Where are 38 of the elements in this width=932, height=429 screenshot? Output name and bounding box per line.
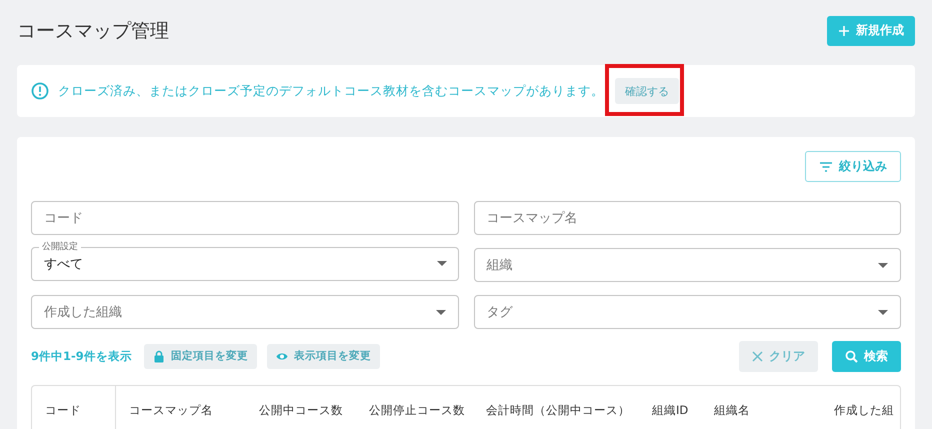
toolbar-button[interactable]: 表示項目を変更 xyxy=(266,344,380,368)
dropdown-icon xyxy=(436,261,446,266)
info-icon xyxy=(31,82,49,100)
dropdown-icon xyxy=(878,263,888,268)
plus-icon xyxy=(838,24,850,36)
select-placeholder: タグ xyxy=(486,304,512,321)
dropdown-icon xyxy=(878,310,888,315)
input-field[interactable]: コースマップ名 xyxy=(474,201,901,235)
column-header: コード xyxy=(32,386,116,429)
field-label: 公開設定 xyxy=(39,241,81,253)
column-header: 公開停止コース数 xyxy=(368,402,466,419)
close-icon xyxy=(752,350,763,362)
page-title: コースマップ管理 xyxy=(17,18,169,44)
column-header: 会計時間（公開中コース） xyxy=(485,402,631,419)
dropdown-icon xyxy=(436,310,446,315)
result-count: 9件中1-9件を表示 xyxy=(31,348,132,364)
select-field[interactable]: タグ xyxy=(474,295,901,329)
filter-icon xyxy=(819,160,833,172)
select-field[interactable]: 組織 xyxy=(474,248,901,282)
select-field[interactable]: 作成した組織 xyxy=(31,295,458,329)
select-value: すべて xyxy=(44,256,83,273)
search-icon xyxy=(845,350,858,362)
new-button[interactable]: 新規作成 xyxy=(827,16,915,46)
select-placeholder: 組織 xyxy=(486,257,512,274)
toolbar-button[interactable]: 固定項目を変更 xyxy=(144,344,257,368)
filter-button[interactable]: 絞り込み xyxy=(805,151,901,182)
clear-button[interactable]: クリア xyxy=(739,340,818,372)
column-header: 作成した組 xyxy=(833,402,895,419)
column-header: 組織ID xyxy=(651,402,690,419)
column-header: 公開中コース数 xyxy=(258,402,344,419)
column-header: 組織名 xyxy=(713,402,751,419)
search-button[interactable]: 検索 xyxy=(832,340,901,372)
lock-icon xyxy=(152,350,165,362)
confirm-button[interactable]: 確認する xyxy=(615,78,679,104)
alert-message: クローズ済み、またはクローズ予定のデフォルトコース教材を含むコースマップがあります。 xyxy=(58,82,604,100)
input-field[interactable]: コード xyxy=(31,201,458,235)
column-header: コースマップ名 xyxy=(128,402,214,419)
select-placeholder: 作成した組織 xyxy=(44,304,122,321)
